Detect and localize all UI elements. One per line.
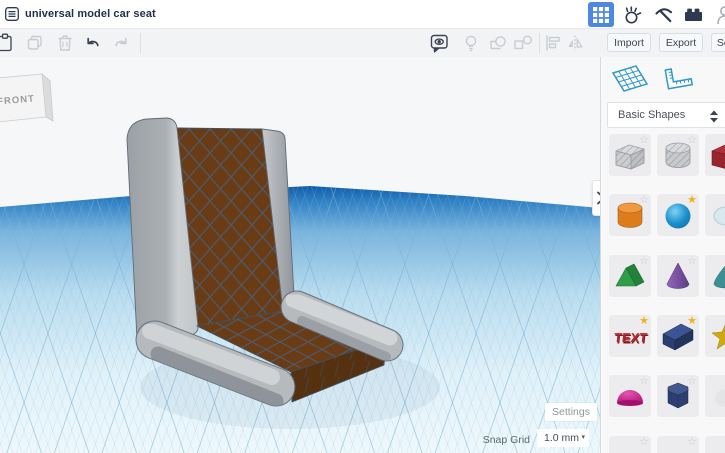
- shape-category-value: Basic Shapes: [618, 109, 686, 121]
- shape-tile-roof[interactable]: ☆: [609, 255, 651, 297]
- shape-tile-box[interactable]: [705, 134, 725, 176]
- workplane-scene: FRONT: [0, 57, 600, 453]
- tinkercad-editor: { "titlebar": { "title": "universal mode…: [0, 0, 725, 453]
- design-menu-icon[interactable]: [5, 7, 19, 21]
- workplane-tool-icon[interactable]: [611, 64, 651, 101]
- favorite-star-icon[interactable]: ☆: [639, 134, 649, 146]
- redo-icon[interactable]: [111, 33, 131, 53]
- shape-tile-row6-3[interactable]: [705, 436, 725, 453]
- ruler-tool-icon[interactable]: [659, 64, 699, 101]
- view-cube[interactable]: FRONT: [0, 73, 54, 123]
- snap-grid-dropdown[interactable]: 1.0 mm ▾: [537, 429, 589, 447]
- favorite-star-icon[interactable]: ☆: [639, 436, 649, 448]
- shape-tile-half-sphere[interactable]: ☆: [609, 375, 651, 417]
- shape-tile-tube[interactable]: [705, 194, 725, 236]
- import-button[interactable]: Import: [607, 33, 651, 52]
- settings-button[interactable]: Settings: [545, 403, 597, 421]
- title-bar: universal model car seat: [0, 0, 725, 29]
- edit-toolbar: Import Export Send To: [0, 29, 725, 58]
- snap-grid-label: Snap Grid: [482, 434, 530, 446]
- shape-tile-text[interactable]: TEXT TEXT ★: [609, 315, 651, 357]
- shapes-panel: Basic Shapes ☆ ☆ ☆ ★ ☆ ☆ TEXT TEXT ★ ★ ☆…: [600, 57, 725, 453]
- align-icon[interactable]: [543, 33, 563, 53]
- sim-lab-button[interactable]: [620, 2, 646, 27]
- editor-mode-3d-button[interactable]: [588, 2, 614, 27]
- favorite-star-icon[interactable]: ☆: [687, 436, 697, 448]
- favorite-star-icon[interactable]: ☆: [687, 134, 697, 146]
- brick-button[interactable]: [680, 2, 706, 27]
- shape-tile-row6-1[interactable]: ☆: [609, 436, 651, 453]
- mirror-icon[interactable]: [565, 33, 585, 53]
- undo-icon[interactable]: [83, 33, 103, 53]
- shape-tile-cone[interactable]: ☆: [657, 255, 699, 297]
- sim-lab-icon: [625, 5, 642, 23]
- duplicate-icon[interactable]: [25, 33, 45, 53]
- dropdown-spinner-icon: [709, 108, 719, 132]
- shape-tile-wedge[interactable]: ★: [657, 315, 699, 357]
- text-shape-label: TEXT: [613, 330, 648, 345]
- favorite-star-icon[interactable]: ☆: [639, 375, 649, 387]
- send-to-button[interactable]: Send To: [711, 33, 725, 52]
- export-button[interactable]: Export: [659, 33, 703, 52]
- favorite-star-icon[interactable]: ☆: [687, 255, 697, 267]
- toolbar-divider: [539, 33, 540, 53]
- show-all-icon[interactable]: [461, 33, 481, 53]
- favorite-star-icon[interactable]: ☆: [687, 375, 697, 387]
- toolbar-divider: [140, 33, 141, 53]
- shape-tile-hole-cylinder[interactable]: ☆: [657, 134, 699, 176]
- grid-icon: [593, 6, 609, 23]
- ungroup-icon[interactable]: [513, 33, 533, 53]
- shape-category-dropdown[interactable]: Basic Shapes: [607, 102, 725, 128]
- favorite-star-icon[interactable]: ☆: [639, 255, 649, 267]
- shape-tile-hexagonal-prism[interactable]: ☆: [657, 375, 699, 417]
- favorite-star-icon[interactable]: ★: [687, 194, 697, 206]
- shape-tile-star[interactable]: [705, 315, 725, 357]
- shape-tile-row6-2[interactable]: ☆: [657, 436, 699, 453]
- lego-brick-icon: [684, 8, 702, 21]
- pickaxe-icon: [654, 8, 672, 23]
- delete-icon[interactable]: [55, 33, 75, 53]
- notes-icon[interactable]: [429, 33, 449, 53]
- minecraft-button[interactable]: [650, 2, 676, 27]
- snap-grid-value: 1.0 mm: [544, 432, 580, 444]
- shape-tile-cylinder[interactable]: ☆: [609, 194, 651, 236]
- favorite-star-icon[interactable]: ☆: [639, 194, 649, 206]
- profile-icon: [717, 5, 725, 24]
- shape-tile-sphere[interactable]: ★: [657, 194, 699, 236]
- shape-tile-partial[interactable]: [705, 375, 725, 417]
- shape-tile-hole-box[interactable]: ☆: [609, 134, 651, 176]
- chevron-down-icon: ▾: [581, 434, 585, 441]
- shape-tile-paraboloid[interactable]: [705, 255, 725, 297]
- favorite-star-icon[interactable]: ★: [639, 315, 649, 327]
- viewport-canvas[interactable]: FRONT Settings Snap Grid 1.0 mm ▾: [0, 57, 600, 453]
- group-icon[interactable]: [488, 33, 508, 53]
- favorite-star-icon[interactable]: ★: [687, 315, 697, 327]
- paste-icon[interactable]: [0, 33, 16, 53]
- design-title[interactable]: universal model car seat: [25, 8, 156, 20]
- profile-button[interactable]: [714, 2, 725, 27]
